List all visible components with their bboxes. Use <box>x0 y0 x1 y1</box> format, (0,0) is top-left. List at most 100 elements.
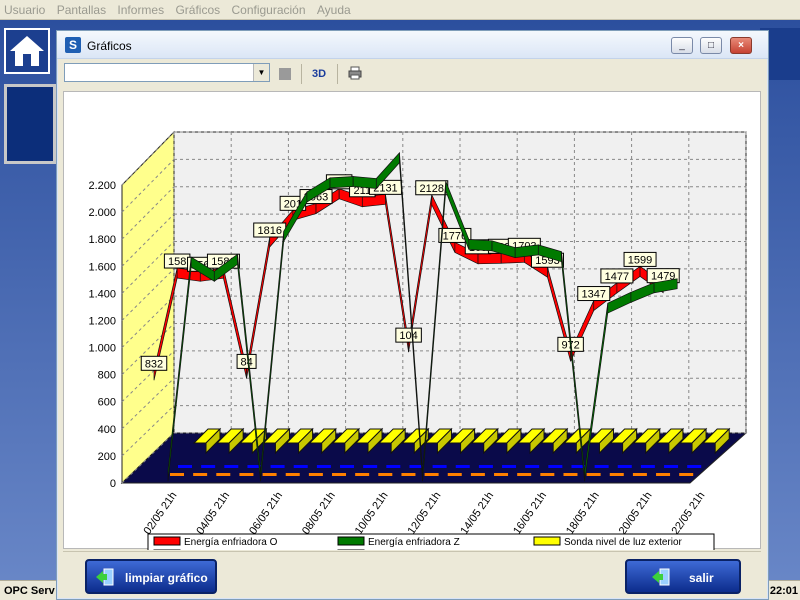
button-bar: limpiar gráfico salir <box>63 551 761 597</box>
series-z-segment <box>468 239 493 252</box>
maximize-button[interactable]: □ <box>700 37 722 54</box>
series-select[interactable]: ▼ <box>64 63 270 82</box>
y-tick-label: 2.000 <box>88 207 116 219</box>
series-int-point <box>170 473 184 476</box>
clear-chart-button[interactable]: limpiar gráfico <box>85 559 217 594</box>
menu-bar: Usuario Pantallas Informes Gráficos Conf… <box>0 0 800 20</box>
x-tick-label: 10/05 21h <box>353 490 391 537</box>
series-o-data-label: 1347 <box>582 289 606 301</box>
series-int-point <box>332 473 347 476</box>
close-button[interactable]: × <box>730 37 752 54</box>
series-int-point <box>285 473 300 476</box>
series-ext-point <box>178 465 192 468</box>
menu-usuario[interactable]: Usuario <box>0 0 49 20</box>
toolbar-separator <box>301 64 302 84</box>
legend-entry: Sonda nivel de luz exterior <box>564 537 683 548</box>
series-o-segment <box>477 252 502 265</box>
series-int-point <box>470 473 485 476</box>
menu-configuracion[interactable]: Configuración <box>227 0 309 20</box>
series-ext-point <box>316 465 331 468</box>
y-tick-label: 1.400 <box>88 288 116 300</box>
x-tick-label: 14/05 21h <box>458 490 496 537</box>
exit-button[interactable]: salir <box>625 559 741 594</box>
y-tick-label: 200 <box>98 451 116 463</box>
series-int-point <box>609 473 624 476</box>
series-int-point <box>563 473 578 476</box>
y-tick-label: 1.200 <box>88 315 116 327</box>
series-o-data-label: 1477 <box>605 271 629 283</box>
chart-svg: 0 200 400 600 800 1.000 1.200 1.400 1.600 1.800 2.… <box>88 130 748 550</box>
minimize-button[interactable]: _ <box>671 37 693 54</box>
series-o-data-label: 1599 <box>628 254 652 266</box>
menu-ayuda[interactable]: Ayuda <box>313 0 355 20</box>
y-tick-label: 2.200 <box>88 180 116 192</box>
door-exit-icon <box>96 568 114 586</box>
series-z-segment <box>329 176 354 189</box>
series-ext-point <box>664 465 679 468</box>
app-logo-icon: S <box>65 37 81 53</box>
series-int-point <box>656 473 671 476</box>
series-int-point <box>239 473 254 476</box>
series-o-data-label: 104 <box>399 330 417 342</box>
series-o-data-label: 1816 <box>257 225 281 237</box>
menu-informes[interactable]: Informes <box>113 0 168 20</box>
series-z-segment <box>352 176 377 189</box>
x-tick-label: 16/05 21h <box>511 490 549 537</box>
series-int-point <box>494 473 509 476</box>
series-int-point <box>424 473 439 476</box>
series-int-point <box>308 473 323 476</box>
x-tick-label: 06/05 21h <box>247 490 285 537</box>
background-panel <box>4 84 56 164</box>
stop-icon[interactable] <box>279 68 291 80</box>
series-int-point <box>632 473 647 476</box>
series-int-point <box>193 473 208 476</box>
legend-swatch <box>533 536 561 546</box>
print-icon[interactable] <box>348 66 362 80</box>
x-tick-label: 08/05 21h <box>300 490 338 537</box>
series-int-point <box>216 473 231 476</box>
series-ext-point <box>687 465 702 468</box>
series-ext-point <box>270 465 285 468</box>
home-button[interactable] <box>4 28 50 74</box>
toolbar: ▼ 3D <box>57 60 768 88</box>
series-o-data-label: 84 <box>240 356 252 368</box>
series-ext-point <box>386 465 401 468</box>
y-tick-label: 600 <box>98 397 116 409</box>
series-int-point <box>540 473 555 476</box>
series-ext-point <box>640 465 655 468</box>
toolbar-separator <box>337 64 338 84</box>
series-int-point <box>378 473 393 476</box>
exit-label: salir <box>689 571 714 585</box>
legend-swatch <box>153 536 181 546</box>
series-ext-point <box>502 465 517 468</box>
chevron-down-icon[interactable]: ▼ <box>253 64 269 81</box>
series-o-data-label: 2128 <box>420 183 444 195</box>
status-left-text: OPC Serv <box>4 585 55 597</box>
series-ext-point <box>293 465 308 468</box>
title-bar[interactable]: S Gráficos _ □ × <box>57 31 768 59</box>
menu-graficos[interactable]: Gráficos <box>171 0 224 20</box>
door-exit-icon <box>652 568 670 586</box>
series-int-point <box>517 473 532 476</box>
x-tick-label: 12/05 21h <box>406 490 444 537</box>
chart-area: 0 200 400 600 800 1.000 1.200 1.400 1.600 1.800 2.… <box>63 91 761 550</box>
series-ext-point <box>617 465 632 468</box>
series-int-point <box>447 473 462 476</box>
graficos-window: S Gráficos _ □ × ▼ 3D 0 200 400 600 800 1.000… <box>56 30 769 600</box>
legend-swatch <box>337 536 365 546</box>
toggle-3d-button[interactable]: 3D <box>309 65 329 83</box>
x-tick-label: 02/05 21h <box>142 490 180 537</box>
y-tick-label: 0 <box>110 478 116 490</box>
series-int-point <box>401 473 416 476</box>
series-ext-point <box>548 465 563 468</box>
series-int-point <box>586 473 601 476</box>
menu-pantallas[interactable]: Pantallas <box>53 0 110 20</box>
y-tick-label: 1.000 <box>88 343 116 355</box>
x-tick-label: 22/05 21h <box>670 490 708 537</box>
series-int-point <box>262 473 277 476</box>
series-ext-point <box>432 465 447 468</box>
x-tick-label: 20/05 21h <box>617 490 655 537</box>
y-tick-label: 400 <box>98 424 116 436</box>
series-ext-point <box>363 465 378 468</box>
status-clock: 22:01 <box>769 585 798 597</box>
